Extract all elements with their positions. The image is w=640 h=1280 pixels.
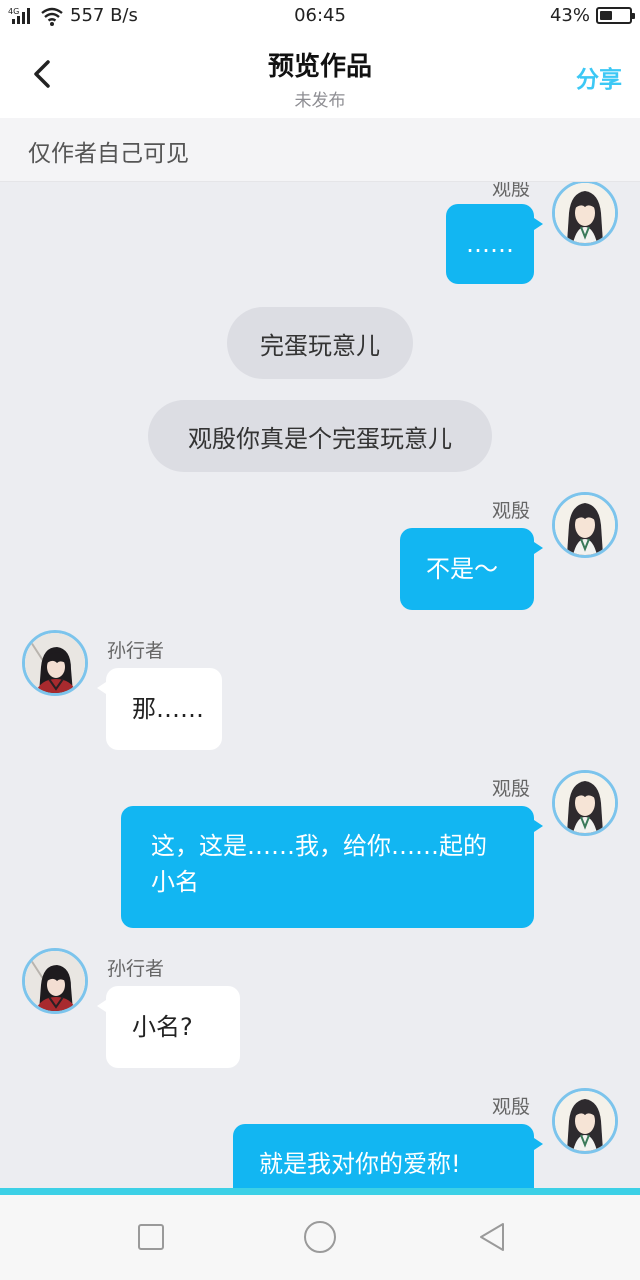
sender-name: 孙行者	[107, 640, 165, 662]
sender-name: 观殷	[492, 500, 531, 522]
share-button[interactable]: 分享	[576, 60, 622, 94]
page-title: 预览作品	[267, 52, 372, 82]
message-line: 小名	[151, 868, 199, 896]
message-bubble[interactable]: 不是～	[400, 528, 543, 610]
system-nav-bar	[0, 1195, 640, 1280]
page-subtitle: 未发布	[294, 91, 346, 111]
chat-area[interactable]: 观殷 …… 完蛋玩意儿 观殷你真是个完蛋玩意儿 观殷 不是～ 孙行者 那…… 观…	[0, 182, 640, 1188]
avatar-sunxingzhe[interactable]	[22, 630, 88, 696]
sender-name: 孙行者	[107, 958, 165, 980]
status-time: 06:45	[294, 5, 346, 26]
header: 预览作品 未发布 分享	[0, 34, 640, 118]
square-icon	[138, 1224, 164, 1250]
avatar-guanyin[interactable]	[552, 492, 618, 558]
battery-percent: 43%	[549, 5, 590, 26]
message-bubble[interactable]: ……	[446, 204, 543, 284]
narration-bubble: 完蛋玩意儿	[227, 307, 413, 379]
sender-name: 观殷	[492, 778, 531, 800]
recent-apps-button[interactable]	[133, 1219, 169, 1255]
message-bubble[interactable]: 小名?	[97, 986, 240, 1068]
back-nav-button[interactable]	[474, 1219, 510, 1255]
avatar-guanyin[interactable]	[552, 770, 618, 836]
circle-icon	[304, 1221, 336, 1253]
visibility-notice-text: 仅作者自己可见	[28, 141, 189, 167]
avatar-sunxingzhe[interactable]	[22, 948, 88, 1014]
triangle-back-icon	[480, 1223, 504, 1251]
narration-bubble: 观殷你真是个完蛋玩意儿	[148, 400, 492, 472]
avatar-guanyin[interactable]	[552, 182, 618, 246]
status-right: 43%	[549, 5, 635, 26]
home-button[interactable]	[302, 1219, 338, 1255]
battery-level	[600, 11, 613, 20]
visibility-notice: 仅作者自己可见	[0, 118, 640, 182]
message-bubble[interactable]: 这，这是……我，给你……起的 小名	[121, 806, 543, 928]
sender-name: 观殷	[492, 182, 531, 200]
battery-icon	[596, 7, 635, 24]
avatar-guanyin[interactable]	[552, 1088, 618, 1154]
accent-divider	[0, 1188, 640, 1195]
message-bubble[interactable]: 就是我对你的爱称!	[233, 1124, 543, 1188]
message-line: 这，这是……我，给你……起的	[151, 832, 487, 860]
message-bubble[interactable]: 那……	[97, 668, 222, 750]
sender-name: 观殷	[492, 1096, 531, 1118]
status-bar: 4G 557 B/s 06:45 43%	[0, 0, 640, 34]
